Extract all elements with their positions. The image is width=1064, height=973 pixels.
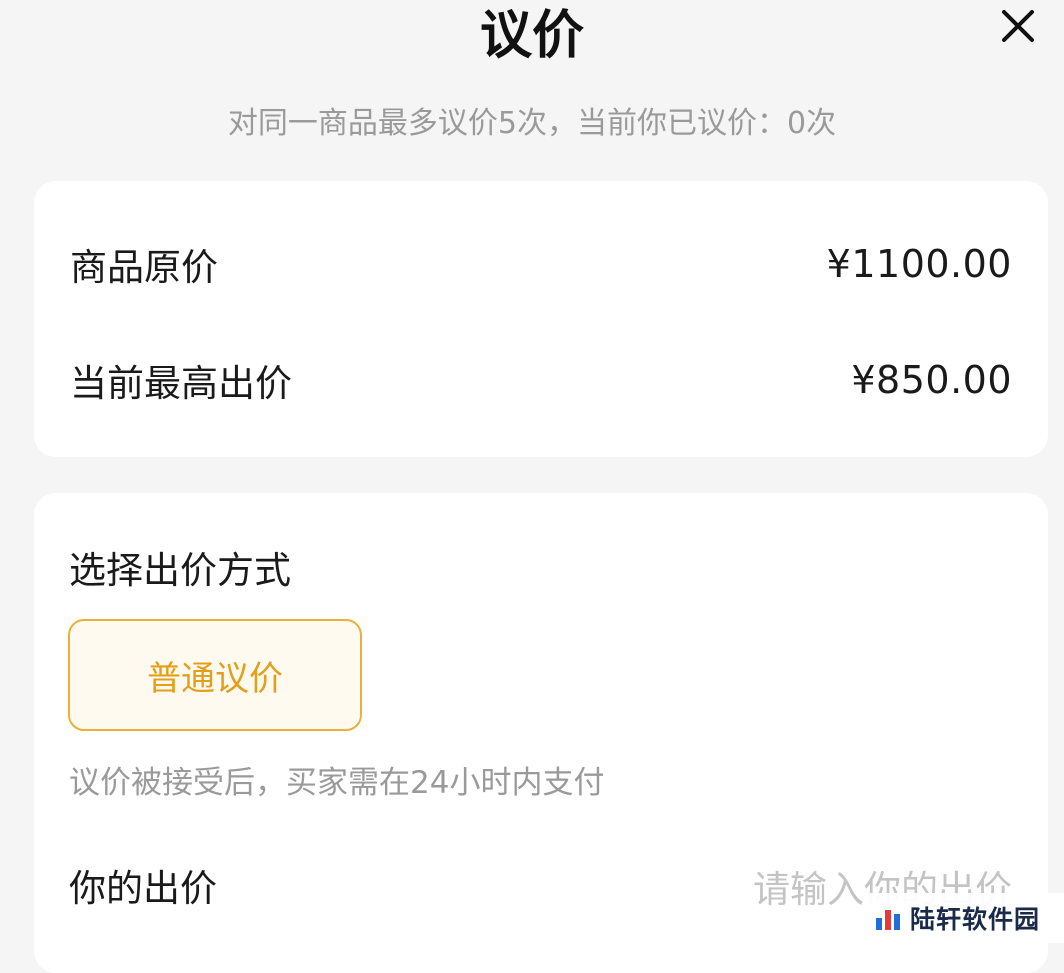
highest-bid-row: 当前最高出价 ¥850.00 [70,350,1012,410]
original-price-value: ¥1100.00 [826,242,1012,286]
highest-bid-value: ¥850.00 [851,358,1012,402]
your-bid-label: 你的出价 [69,867,217,910]
original-price-row: 商品原价 ¥1100.00 [70,234,1012,294]
bar-chart-logo-icon [876,910,900,930]
normal-bid-option-button[interactable]: 普通议价 [68,619,362,731]
original-price-label: 商品原价 [70,246,218,289]
close-button[interactable] [996,4,1040,48]
site-watermark: 陆轩软件园 [866,893,1064,943]
highest-bid-label: 当前最高出价 [70,362,292,405]
bid-limit-notice: 对同一商品最多议价5次，当前你已议价：0次 [227,106,837,141]
watermark-text: 陆轩软件园 [910,905,1041,934]
payment-hint: 议价被接受后，买家需在24小时内支付 [69,765,605,801]
bid-method-title: 选择出价方式 [69,549,291,592]
close-icon [1002,10,1034,42]
price-info-card: 商品原价 ¥1100.00 当前最高出价 ¥850.00 [34,181,1048,457]
dialog-title: 议价 [479,6,584,66]
